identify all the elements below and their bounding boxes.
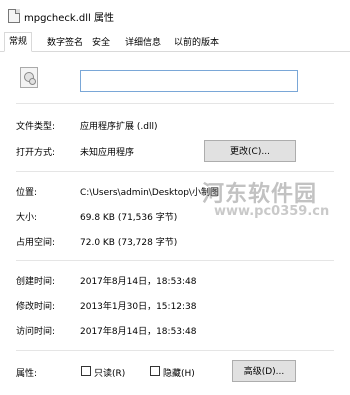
file-icon (8, 9, 20, 23)
window-title: mpgcheck.dll 属性 (24, 13, 114, 24)
divider (16, 171, 334, 172)
tab-details[interactable]: 详细信息 (123, 36, 163, 50)
advanced-button[interactable]: 高级(D)... (232, 360, 296, 382)
attributes-label: 属性: (16, 369, 38, 379)
accessed-label: 访问时间: (16, 327, 56, 337)
hidden-label[interactable]: 隐藏(H) (163, 366, 195, 379)
watermark-url: www.pc0359.cn (214, 204, 330, 219)
size-on-disk-label: 占用空间: (16, 238, 56, 248)
tab-strip: 常规 数字签名 安全 详细信息 以前的版本 (0, 30, 350, 52)
size-on-disk-value: 72.0 KB (73,728 字节) (80, 238, 178, 248)
created-value: 2017年8月14日，18:53:48 (80, 277, 197, 287)
tab-previous-versions[interactable]: 以前的版本 (172, 36, 221, 50)
accessed-value: 2017年8月14日，18:53:48 (80, 327, 197, 337)
title-bar: mpgcheck.dll 属性 (0, 0, 350, 30)
size-value: 69.8 KB (71,536 字节) (80, 213, 178, 223)
gear-small-icon (29, 78, 36, 85)
modified-label: 修改时间: (16, 302, 56, 312)
tab-digital-signatures[interactable]: 数字签名 (45, 36, 85, 50)
location-label: 位置: (16, 188, 38, 198)
divider (16, 260, 334, 261)
tab-security[interactable]: 安全 (90, 36, 112, 50)
file-name-input[interactable] (80, 70, 298, 92)
divider (16, 350, 334, 351)
divider (16, 103, 334, 104)
change-button[interactable]: 更改(C)... (204, 140, 296, 162)
file-type-label: 文件类型: (16, 122, 56, 132)
dll-file-icon (20, 67, 38, 88)
readonly-checkbox[interactable] (81, 366, 91, 376)
hidden-checkbox[interactable] (150, 366, 160, 376)
readonly-label[interactable]: 只读(R) (94, 366, 125, 379)
location-value: C:\Users\admin\Desktop\小制图 (80, 188, 219, 198)
open-with-label: 打开方式: (16, 148, 56, 158)
tab-general[interactable]: 常规 (4, 32, 33, 52)
open-with-value: 未知应用程序 (80, 148, 135, 158)
modified-value: 2013年1月30日，15:12:38 (80, 302, 197, 312)
file-type-value: 应用程序扩展 (.dll) (80, 122, 158, 132)
size-label: 大小: (16, 213, 38, 223)
created-label: 创建时间: (16, 277, 56, 287)
